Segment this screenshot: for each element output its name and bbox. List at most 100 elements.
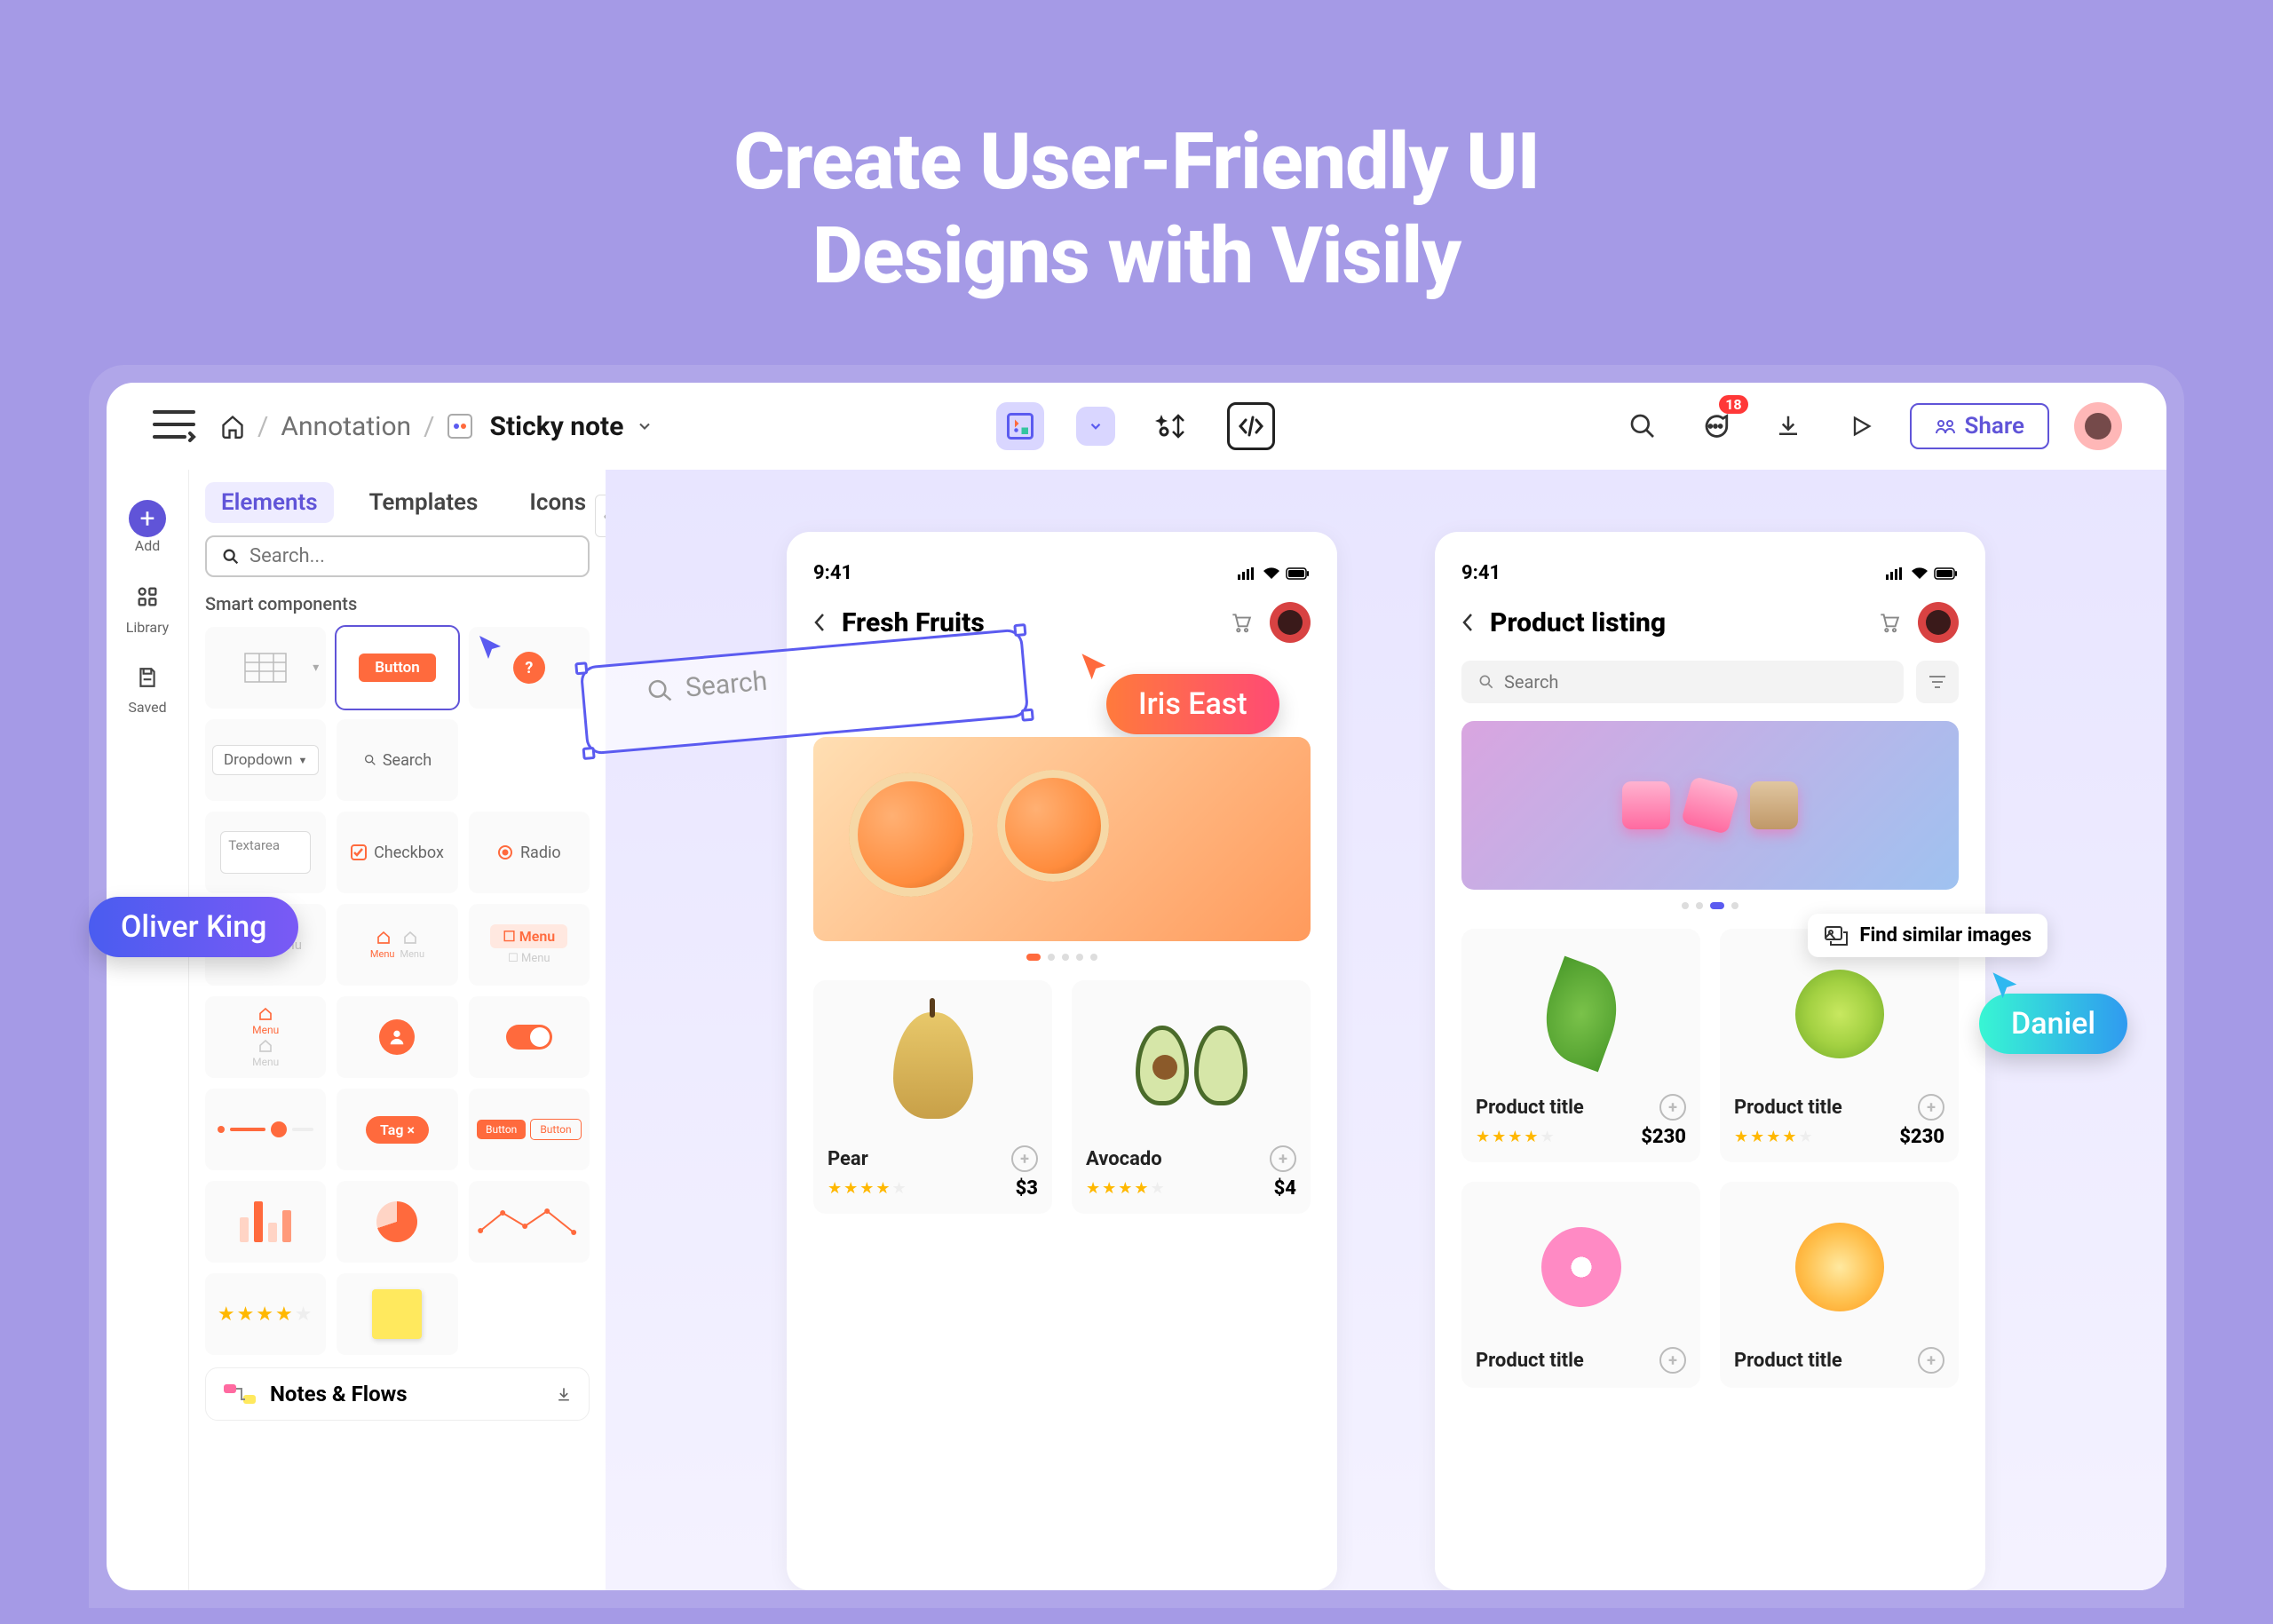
add-icon[interactable]: + <box>1918 1094 1944 1121</box>
component-bars[interactable] <box>205 1181 326 1263</box>
component-menu-icons[interactable]: MenuMenu <box>337 904 457 986</box>
mockup-fresh-fruits[interactable]: 9:41 Fresh Fruits <box>787 532 1337 1590</box>
product-card[interactable]: Product title+ ★★★★★$230 <box>1720 929 1959 1162</box>
user-avatar-mock[interactable] <box>1918 602 1959 643</box>
notes-flows-button[interactable]: Notes & Flows <box>205 1367 590 1421</box>
listing-hero-image[interactable] <box>1461 721 1959 890</box>
product-card[interactable]: Product title+ ★★★★★$230 <box>1461 929 1700 1162</box>
download-icon <box>555 1385 573 1403</box>
component-menu-vertical[interactable]: Menu Menu <box>205 996 326 1078</box>
share-label: Share <box>1965 413 2024 440</box>
share-button[interactable]: Share <box>1910 403 2049 449</box>
component-checkbox[interactable]: Checkbox <box>337 812 457 893</box>
component-buttons[interactable]: ButtonButton <box>469 1089 590 1170</box>
cart-icon[interactable] <box>1229 611 1252 634</box>
product-card[interactable]: Product title + <box>1461 1182 1700 1388</box>
carousel-dots[interactable] <box>813 954 1311 961</box>
back-icon[interactable] <box>813 613 826 632</box>
back-icon[interactable] <box>1461 613 1474 632</box>
add-icon[interactable]: + <box>1011 1145 1038 1172</box>
download-button[interactable] <box>1764 402 1812 450</box>
left-toolbar: + Add Library Saved <box>107 470 188 1590</box>
component-table[interactable]: ▾ <box>205 627 326 709</box>
comments-button[interactable]: 18 <box>1691 402 1739 450</box>
home-icon[interactable] <box>220 414 245 439</box>
component-radio[interactable]: Radio <box>469 812 590 893</box>
search-button[interactable] <box>1619 402 1667 450</box>
user-avatar[interactable] <box>2074 402 2122 450</box>
component-empty2[interactable] <box>469 1273 590 1355</box>
component-empty[interactable] <box>469 719 590 801</box>
mockup-product-listing[interactable]: 9:41 Product listing <box>1435 532 1985 1590</box>
context-label: Find similar images <box>1859 924 2031 947</box>
tab-elements[interactable]: Elements <box>205 482 334 523</box>
component-search[interactable]: Search <box>337 719 457 801</box>
collapse-panel-button[interactable]: ‹ <box>595 495 606 537</box>
saved-tool[interactable]: Saved <box>128 666 166 716</box>
product-price: $3 <box>1016 1177 1038 1200</box>
component-menu-highlight[interactable]: ☐ Menu ☐ Menu <box>469 904 590 986</box>
dropdown-toggle[interactable] <box>1076 407 1115 446</box>
elements-panel: ‹ Elements Templates Icons Smart compone… <box>188 470 606 1590</box>
add-tool[interactable]: + Add <box>129 500 166 554</box>
component-avatar[interactable] <box>337 996 457 1078</box>
add-icon[interactable]: + <box>1918 1347 1944 1374</box>
search-input-mock2[interactable] <box>1504 671 1888 693</box>
design-canvas[interactable]: 9:41 Fresh Fruits <box>606 470 2166 1590</box>
breadcrumb-current[interactable]: Sticky note <box>490 411 624 442</box>
tab-icons[interactable]: Icons <box>513 482 602 523</box>
panel-search-input[interactable] <box>249 545 574 567</box>
carousel-dots[interactable] <box>1461 902 1959 909</box>
product-card[interactable]: Product title + <box>1720 1182 1959 1388</box>
design-mode-button[interactable] <box>996 402 1044 450</box>
user-badge-iris: Iris East <box>1106 674 1279 734</box>
component-dropdown[interactable]: Dropdown▼ <box>205 719 326 801</box>
product-name: Product title <box>1476 1350 1584 1372</box>
product-name: Product title <box>1476 1097 1584 1119</box>
library-tool[interactable]: Library <box>126 584 169 636</box>
panel-search[interactable] <box>205 535 590 577</box>
play-button[interactable] <box>1837 402 1885 450</box>
code-button[interactable] <box>1227 402 1275 450</box>
search-placeholder-overlay: Search <box>685 666 769 704</box>
hero-heading: Create User-Friendly UI Designs with Vis… <box>0 0 2273 365</box>
status-time: 9:41 <box>813 562 852 584</box>
product-card-avocado[interactable]: Avocado+ ★★★★★$4 <box>1072 980 1311 1214</box>
status-icons <box>1886 567 1959 580</box>
component-tag[interactable]: Tag × <box>337 1089 457 1170</box>
component-sticky[interactable] <box>337 1273 457 1355</box>
status-icons <box>1238 567 1311 580</box>
component-sparkline[interactable] <box>469 1181 590 1263</box>
product-price: $4 <box>1274 1177 1296 1200</box>
product-price: $230 <box>1899 1126 1944 1148</box>
tab-templates[interactable]: Templates <box>353 482 495 523</box>
component-slider[interactable] <box>205 1089 326 1170</box>
search-icon <box>645 677 675 706</box>
status-time: 9:41 <box>1461 562 1501 584</box>
add-icon[interactable]: + <box>1270 1145 1296 1172</box>
cart-icon[interactable] <box>1877 611 1900 634</box>
user-avatar-mock[interactable] <box>1270 602 1311 643</box>
breadcrumb-root[interactable]: Annotation <box>281 411 411 442</box>
context-menu-find-similar[interactable]: Find similar images <box>1808 914 2047 957</box>
component-toggle[interactable] <box>469 996 590 1078</box>
notification-badge: 18 <box>1719 395 1747 414</box>
add-icon[interactable]: + <box>1659 1347 1686 1374</box>
section-label: Smart components <box>205 593 590 614</box>
filter-button[interactable] <box>1916 661 1959 703</box>
component-button[interactable]: Button <box>337 627 457 709</box>
magic-convert-button[interactable] <box>1147 402 1195 450</box>
component-pie[interactable] <box>337 1181 457 1263</box>
product-name: Product title <box>1734 1097 1842 1119</box>
add-icon[interactable]: + <box>1659 1094 1686 1121</box>
search-field[interactable] <box>1461 661 1904 703</box>
search-icon <box>221 547 241 566</box>
product-name: Product title <box>1734 1350 1842 1372</box>
menu-icon[interactable] <box>151 405 197 448</box>
product-name: Pear <box>828 1148 868 1170</box>
hero-image[interactable] <box>813 737 1311 941</box>
chevron-down-icon[interactable] <box>636 417 653 435</box>
component-stars[interactable]: ★★★★★ <box>205 1273 326 1355</box>
component-textarea[interactable]: Textarea <box>205 812 326 893</box>
product-card-pear[interactable]: Pear+ ★★★★★$3 <box>813 980 1052 1214</box>
